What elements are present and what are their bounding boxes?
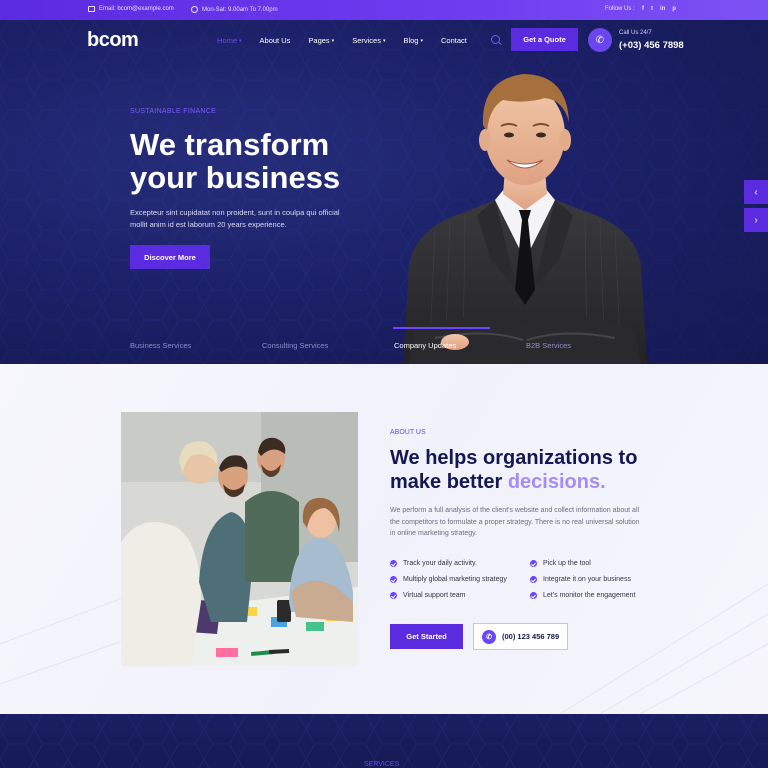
check-circle-icon bbox=[390, 576, 397, 583]
services-eyebrow: SERVICES bbox=[364, 761, 400, 768]
feature-item: Multiply global marketing strategy bbox=[390, 576, 507, 583]
slider-prev-button[interactable]: ‹ bbox=[744, 180, 768, 204]
nav-item-pages[interactable]: Pages ▾ bbox=[308, 36, 334, 45]
pinterest-icon[interactable]: p bbox=[672, 6, 676, 12]
call-label: Call Us 24/7 bbox=[619, 30, 652, 36]
active-tab-indicator bbox=[393, 327, 490, 329]
hero-eyebrow: SUSTAINABLE FINANCE bbox=[130, 108, 217, 115]
main-nav: bcom Home ▾ About Us Pages ▾ Services ▾ Blo… bbox=[0, 20, 768, 62]
twitter-icon[interactable]: t bbox=[651, 6, 653, 12]
feature-item: Integrate it on your business bbox=[530, 576, 631, 583]
about-description: We perform a full analysis of the client… bbox=[390, 507, 640, 537]
services-section: SERVICES bbox=[0, 714, 768, 768]
diagonal-lines-bg bbox=[0, 583, 768, 714]
discover-more-button[interactable]: Discover More bbox=[130, 245, 210, 269]
mail-icon bbox=[88, 6, 95, 12]
top-bar: Email: bcom@example.com Mon-Sat: 9.00am … bbox=[0, 0, 768, 20]
search-icon[interactable] bbox=[491, 35, 500, 44]
chevron-down-icon: ▾ bbox=[420, 37, 423, 44]
hero-section: bcom Home ▾ About Us Pages ▾ Services ▾ Blo… bbox=[0, 20, 768, 364]
check-circle-icon bbox=[530, 560, 537, 567]
facebook-icon[interactable]: f bbox=[642, 6, 644, 12]
get-quote-button[interactable]: Get a Quote bbox=[511, 28, 578, 51]
feature-item: Pick up the tool bbox=[530, 560, 591, 567]
clock-icon bbox=[191, 6, 198, 13]
hero-description: Excepteur sint cupidatat non proident, s… bbox=[130, 208, 340, 229]
feature-item: Let's monitor the engagement bbox=[530, 592, 635, 599]
hero-tabs: Business Services Consulting Services Co… bbox=[0, 325, 768, 364]
nav-item-services[interactable]: Services ▾ bbox=[352, 36, 385, 45]
tab-consulting-services[interactable]: Consulting Services bbox=[262, 341, 328, 350]
feature-item: Virtual support team bbox=[390, 592, 466, 599]
chevron-down-icon: ▾ bbox=[331, 37, 335, 44]
tab-b2b-services[interactable]: B2B Services bbox=[526, 341, 571, 350]
tab-business-services[interactable]: Business Services bbox=[130, 341, 191, 350]
phone-icon: ✆ bbox=[482, 629, 496, 644]
chevron-left-icon: ‹ bbox=[754, 186, 758, 198]
phone-number: (00) 123 456 789 bbox=[502, 632, 560, 641]
nav-item-blog[interactable]: Blog ▾ bbox=[403, 36, 423, 45]
hero-person-image bbox=[403, 74, 647, 364]
check-circle-icon bbox=[530, 592, 537, 599]
check-circle-icon bbox=[530, 576, 537, 583]
hero-title: We transform your business bbox=[130, 127, 341, 195]
hours-info: Mon-Sat: 9.00am To 7.00pm bbox=[191, 6, 278, 13]
feature-item: Track your daily activity. bbox=[390, 560, 477, 567]
services-pattern bbox=[0, 714, 768, 768]
email-text: Email: bcom@example.com bbox=[99, 6, 174, 12]
about-eyebrow: ABOUT US bbox=[390, 429, 426, 436]
email-info[interactable]: Email: bcom@example.com bbox=[88, 6, 174, 12]
about-title-highlight: decisions. bbox=[507, 471, 606, 493]
about-title: We helps organizations to make better de… bbox=[390, 447, 638, 493]
social-links: f t in p bbox=[642, 6, 676, 12]
nav-item-contact[interactable]: Contact bbox=[441, 36, 467, 45]
tab-company-updates[interactable]: Company Updates bbox=[394, 341, 456, 350]
check-circle-icon bbox=[390, 560, 397, 567]
check-circle-icon bbox=[390, 592, 397, 599]
phone-contact-button[interactable]: ✆ (00) 123 456 789 bbox=[473, 623, 568, 650]
phone-icon[interactable]: ✆ bbox=[588, 28, 612, 52]
call-number[interactable]: (+03) 456 7898 bbox=[619, 40, 684, 51]
hours-text: Mon-Sat: 9.00am To 7.00pm bbox=[202, 6, 278, 13]
slider-next-button[interactable]: › bbox=[744, 208, 768, 232]
chevron-down-icon: ▾ bbox=[239, 37, 242, 44]
nav-item-about[interactable]: About Us bbox=[260, 36, 291, 45]
chevron-down-icon: ▾ bbox=[382, 37, 386, 44]
nav-menu: Home ▾ About Us Pages ▾ Services ▾ Blog ▾ Co… bbox=[217, 36, 485, 45]
get-started-button[interactable]: Get Started bbox=[390, 624, 463, 649]
follow-label: Follow Us : bbox=[605, 6, 635, 12]
linkedin-icon[interactable]: in bbox=[660, 6, 665, 12]
about-section: ABOUT US We helps organizations to make … bbox=[0, 364, 768, 714]
logo[interactable]: bcom bbox=[87, 29, 139, 52]
team-meeting-image bbox=[121, 412, 358, 666]
nav-item-home[interactable]: Home ▾ bbox=[217, 36, 242, 45]
chevron-right-icon: › bbox=[754, 214, 758, 226]
